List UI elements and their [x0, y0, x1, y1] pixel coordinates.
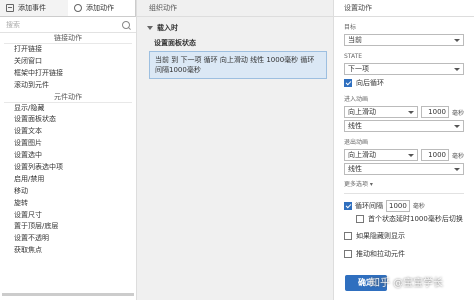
loop-interval-checkbox[interactable]: 循环间隔 1000 毫秒 [344, 199, 464, 212]
panel-title: 组织动作 [137, 0, 333, 17]
divider [344, 193, 464, 194]
tab-add-event[interactable]: 添加事件 [0, 0, 68, 16]
exit-duration-input[interactable]: 1000 [420, 149, 449, 161]
chevron-down-icon [407, 110, 414, 114]
case-label[interactable]: 设置面板状态 [137, 38, 333, 48]
loop-interval-label: 循环间隔 [355, 201, 383, 210]
enter-anim-label: 进入动画 [344, 96, 369, 103]
event-node[interactable]: 载入时 [137, 23, 333, 34]
event-label: 载入时 [157, 24, 178, 32]
loop-interval-unit: 毫秒 [412, 203, 425, 210]
search-icon[interactable] [122, 20, 130, 29]
action-item[interactable]: 框架中打开链接 [0, 68, 136, 80]
action-item[interactable]: 设置图片 [0, 138, 136, 150]
event-icon [6, 4, 14, 12]
enter-duration-input[interactable]: 1000 [420, 106, 449, 118]
action-item[interactable]: 启用/禁用 [0, 174, 136, 186]
chevron-down-icon [454, 124, 460, 128]
checkbox-unchecked-icon[interactable] [356, 215, 364, 223]
chevron-down-icon [454, 38, 460, 42]
action-item[interactable]: 旋转 [0, 198, 136, 210]
first-state-delay-checkbox[interactable]: 首个状态延时1000毫秒后切换 [356, 214, 464, 224]
enter-easing-select[interactable]: 线性 [344, 120, 464, 132]
action-item[interactable]: 移动 [0, 186, 136, 198]
checkbox-checked-icon[interactable] [344, 79, 352, 87]
action-item[interactable]: 设置文本 [0, 126, 136, 138]
watermark: 知乎 @宝宝学长 [370, 278, 444, 289]
target-select[interactable]: 当前 [344, 34, 464, 46]
chevron-down-icon [454, 167, 460, 171]
state-value: 下一项 [348, 65, 369, 73]
checkbox-unchecked-icon[interactable] [344, 250, 352, 258]
exit-anim-value: 向上滑动 [348, 151, 376, 159]
section-widget-actions: 元件动作 [4, 92, 132, 103]
configure-action-panel: 设置动作 目标 当前 STATE 下一项 向后循环 进入动画 向上滑动 1000… [334, 0, 474, 300]
action-item[interactable]: 设置不透明 [0, 233, 136, 245]
target-value: 当前 [348, 36, 362, 44]
more-options-toggle[interactable]: 更多选项 ▾ [334, 181, 474, 189]
selected-action[interactable]: 当前 到 下一项 循环 向上滑动 线性 1000毫秒 循环间隔1000毫秒 [149, 51, 327, 79]
exit-anim-label: 退出动画 [344, 139, 369, 146]
push-pull-label: 推动和拉动元件 [356, 250, 405, 258]
tab-bar: 添加事件 添加动作 [0, 0, 136, 17]
action-item[interactable]: 打开链接 [0, 44, 136, 56]
loop-back-label: 向后循环 [356, 79, 384, 87]
state-select[interactable]: 下一项 [344, 63, 464, 75]
action-item[interactable]: 设置面板状态 [0, 114, 136, 126]
action-item[interactable]: 关闭窗口 [0, 56, 136, 68]
enter-anim-row: 向上滑动 1000 毫秒 [344, 106, 464, 118]
push-pull-checkbox[interactable]: 推动和拉动元件 [344, 248, 464, 260]
loop-interval-input[interactable]: 1000 [386, 199, 410, 212]
action-item[interactable]: 设置选中 [0, 150, 136, 162]
tab-add-event-label: 添加事件 [18, 4, 46, 12]
action-item[interactable]: 获取焦点 [0, 245, 136, 257]
checkbox-checked-icon[interactable] [344, 201, 352, 210]
search-placeholder: 搜索 [6, 20, 20, 29]
organize-actions-panel: 组织动作 载入时 设置面板状态 当前 到 下一项 循环 向上滑动 线性 1000… [137, 0, 334, 300]
exit-anim-row: 向上滑动 1000 毫秒 [344, 149, 464, 161]
action-icon [74, 4, 82, 12]
section-link-actions: 链接动作 [4, 33, 132, 44]
action-item[interactable]: 滚动到元件 [0, 80, 136, 92]
action-item[interactable]: 显示/隐藏 [0, 103, 136, 115]
chevron-down-icon [454, 67, 460, 71]
caret-down-icon[interactable] [147, 26, 153, 30]
exit-unit: 毫秒 [451, 152, 464, 160]
enter-unit: 毫秒 [451, 109, 464, 117]
action-item[interactable]: 设置列表选中项 [0, 162, 136, 174]
show-if-hidden-checkbox[interactable]: 如果隐藏则显示 [344, 230, 464, 242]
state-label: STATE [344, 53, 363, 60]
tab-add-action[interactable]: 添加动作 [68, 0, 136, 16]
action-item[interactable]: 置于顶层/底层 [0, 221, 136, 233]
exit-easing-value: 线性 [348, 165, 362, 173]
enter-anim-value: 向上滑动 [348, 108, 376, 116]
chevron-down-icon [407, 153, 414, 157]
search-input[interactable]: 搜索 [0, 17, 136, 33]
checkbox-unchecked-icon[interactable] [344, 232, 352, 240]
loop-back-checkbox[interactable]: 向后循环 [344, 77, 464, 89]
first-state-delay-label: 首个状态延时1000毫秒后切换 [368, 215, 463, 223]
show-if-hidden-label: 如果隐藏则显示 [356, 232, 405, 240]
target-label: 目标 [344, 24, 357, 31]
enter-anim-select[interactable]: 向上滑动 [344, 106, 418, 118]
exit-easing-select[interactable]: 线性 [344, 163, 464, 175]
exit-anim-select[interactable]: 向上滑动 [344, 149, 418, 161]
action-item[interactable]: 设置尺寸 [0, 210, 136, 222]
horizontal-scrollbar[interactable] [2, 293, 134, 296]
panel-title: 设置动作 [334, 0, 474, 17]
tab-add-action-label: 添加动作 [86, 4, 114, 12]
action-library-panel: 添加事件 添加动作 搜索 链接动作 打开链接 关闭窗口 框架中打开链接 滚动到元… [0, 0, 137, 300]
enter-easing-value: 线性 [348, 122, 362, 130]
